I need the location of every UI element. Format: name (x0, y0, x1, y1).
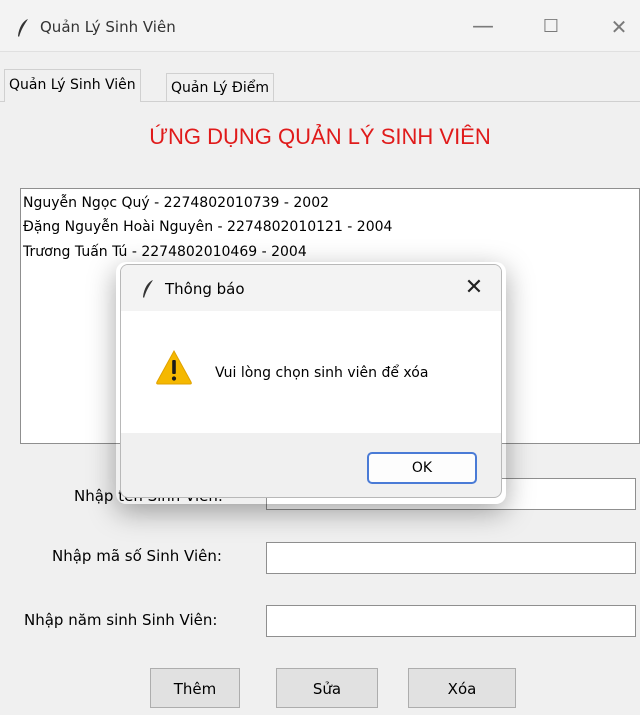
dialog-message: Vui lòng chọn sinh viên để xóa (215, 365, 429, 381)
edit-button[interactable]: Sửa (276, 668, 378, 708)
student-id-input[interactable] (267, 543, 635, 573)
feather-icon (18, 19, 28, 37)
ok-button[interactable]: OK (367, 452, 477, 484)
tab-student-management[interactable]: Quản Lý Sinh Viên (4, 69, 141, 102)
birth-year-input[interactable] (267, 606, 635, 636)
app-title: ỨNG DỤNG QUẢN LÝ SINH VIÊN (149, 124, 491, 149)
window-titlebar: Quản Lý Sinh Viên — ☐ ✕ (0, 0, 640, 52)
feather-icon (143, 280, 153, 298)
delete-button[interactable]: Xóa (408, 668, 516, 708)
birth-year-field[interactable] (266, 605, 636, 637)
add-button[interactable]: Thêm (150, 668, 240, 708)
minimize-button[interactable]: — (468, 14, 498, 40)
tab-grade-management[interactable]: Quản Lý Điểm (166, 73, 275, 101)
dialog-title: Thông báo (165, 280, 245, 298)
dialog-body: Vui lòng chọn sinh viên để xóa (121, 311, 501, 433)
message-dialog: Thông báo ✕ Vui lòng chọn sinh viên để x… (120, 264, 502, 498)
list-item[interactable]: Đặng Nguyễn Hoài Nguyên - 2274802010121 … (23, 219, 392, 235)
warning-icon (156, 349, 192, 385)
list-item[interactable]: Nguyễn Ngọc Quý - 2274802010739 - 2002 (23, 195, 329, 211)
student-id-label: Nhập mã số Sinh Viên: (52, 547, 222, 565)
window-title: Quản Lý Sinh Viên (40, 18, 176, 36)
close-button[interactable]: ✕ (604, 14, 634, 40)
dialog-titlebar: Thông báo ✕ (121, 265, 501, 311)
list-item[interactable]: Trương Tuấn Tú - 2274802010469 - 2004 (23, 244, 307, 260)
birth-year-label: Nhập năm sinh Sinh Viên: (24, 611, 218, 629)
student-id-field[interactable] (266, 542, 636, 574)
maximize-button[interactable]: ☐ (536, 14, 566, 40)
dialog-close-button[interactable]: ✕ (459, 274, 489, 302)
